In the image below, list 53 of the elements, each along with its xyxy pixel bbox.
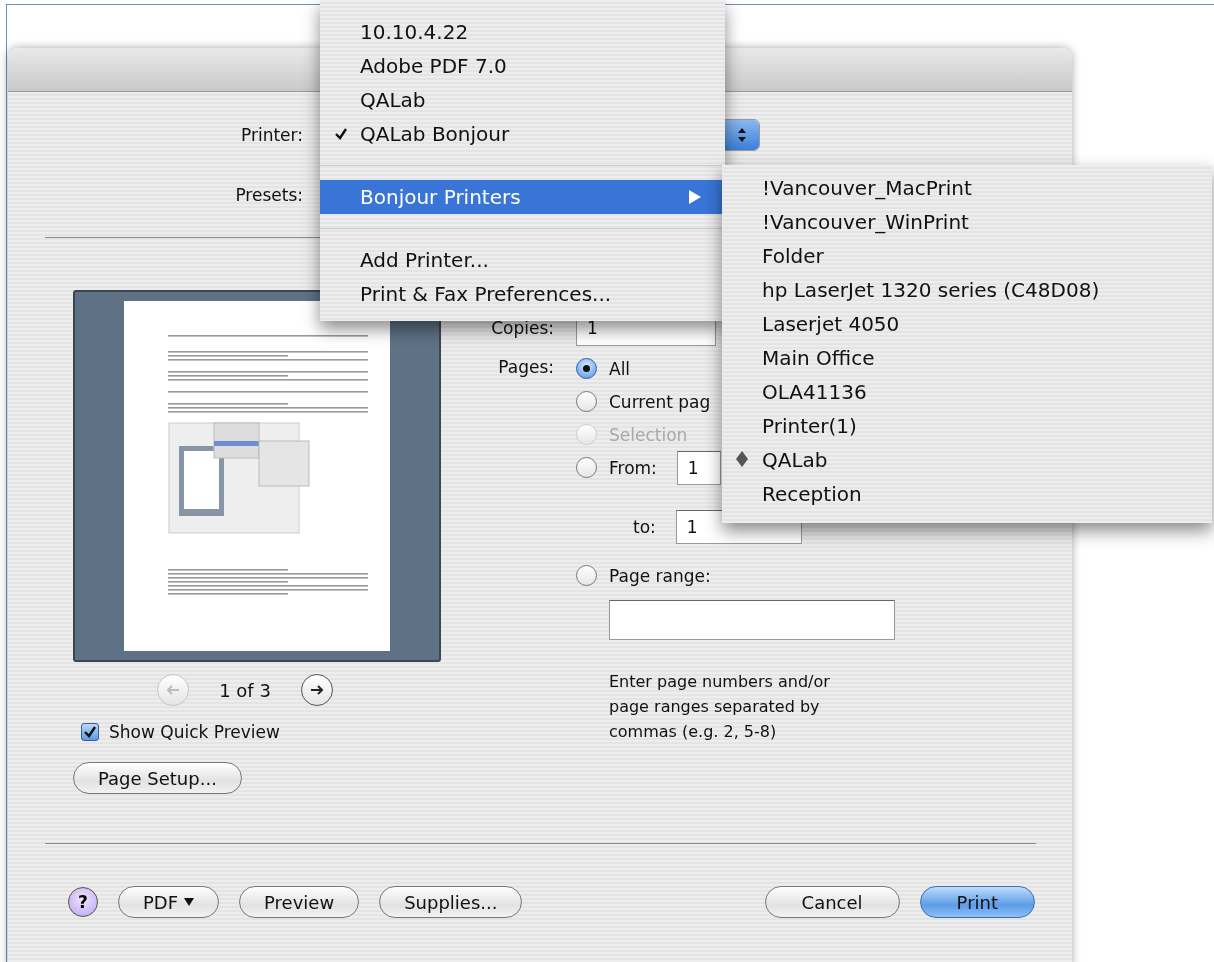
next-page-button[interactable]: [300, 674, 333, 706]
presets-label: Presets:: [234, 185, 304, 205]
radio-button[interactable]: [576, 457, 597, 478]
option-label: From:: [609, 457, 657, 478]
default-button[interactable]: Print: [919, 886, 1035, 918]
radio-button[interactable]: [576, 358, 597, 379]
menu-item[interactable]: Main Office: [722, 341, 1212, 375]
pages-label: Pages:: [497, 357, 554, 377]
pdf-menu-button[interactable]: PDF: [118, 886, 220, 918]
footer-button[interactable]: Preview: [239, 886, 360, 918]
radio-button[interactable]: [576, 565, 597, 586]
checkmark-icon: [334, 126, 348, 141]
checkmark-icon: [83, 725, 97, 739]
option-label: All: [609, 358, 631, 379]
help-button[interactable]: ?: [68, 887, 98, 917]
footer-button[interactable]: Cancel: [764, 886, 900, 918]
printer-label: Printer:: [240, 125, 304, 145]
from-field[interactable]: 1: [676, 450, 721, 485]
menu-item[interactable]: !Vancouver_WinPrint: [722, 205, 1212, 239]
submenu-arrow-icon: [689, 190, 701, 204]
right-arrow-icon: [309, 685, 324, 695]
menu-item[interactable]: QALab: [722, 443, 1212, 477]
left-arrow-icon: [166, 685, 181, 695]
menu-item[interactable]: OLA41136: [722, 375, 1212, 409]
menu-item[interactable]: Printer(1): [722, 409, 1212, 443]
footer-button[interactable]: Supplies...: [379, 886, 523, 918]
diamond-icon: [736, 450, 748, 467]
page-range-hint: Enter page numbers and/or page ranges separated by commas (e.g. 2, 5-8): [609, 671, 831, 743]
submenu-item[interactable]: Bonjour Printers: [320, 180, 725, 214]
menu-item[interactable]: hp LaserJet 1320 series (C48D08): [722, 273, 1212, 307]
menu-item[interactable]: Folder: [722, 239, 1212, 273]
menu-item[interactable]: QALab Bonjour: [320, 117, 725, 151]
menu-item[interactable]: Reception: [722, 477, 1212, 511]
show-quick-preview-checkbox[interactable]: [81, 723, 99, 741]
radio-button[interactable]: [576, 391, 597, 412]
page-setup-button[interactable]: Page Setup...: [73, 762, 242, 794]
up-down-arrows-icon: [737, 127, 747, 143]
menu-item[interactable]: Adobe PDF 7.0: [320, 49, 725, 83]
menu-item[interactable]: Add Printer...: [320, 243, 725, 277]
menu-item[interactable]: Laserjet 4050: [722, 307, 1212, 341]
menu-item[interactable]: QALab: [320, 83, 725, 117]
option-label: Current pag: [609, 391, 711, 412]
option-label: Selection: [609, 424, 688, 445]
option-label: Page range:: [609, 565, 711, 586]
menu-item[interactable]: !Vancouver_MacPrint: [722, 171, 1212, 205]
menu-item[interactable]: 10.10.4.22: [320, 15, 725, 49]
page-indicator: 1 of 3: [219, 679, 271, 701]
copies-label: Copies:: [490, 318, 554, 338]
to-label: to:: [633, 516, 656, 537]
show-quick-preview-label: Show Quick Preview: [109, 722, 280, 742]
menu-item[interactable]: Print & Fax Preferences...: [320, 277, 725, 311]
caret-icon: [184, 898, 195, 906]
page-range-field[interactable]: [609, 600, 895, 640]
